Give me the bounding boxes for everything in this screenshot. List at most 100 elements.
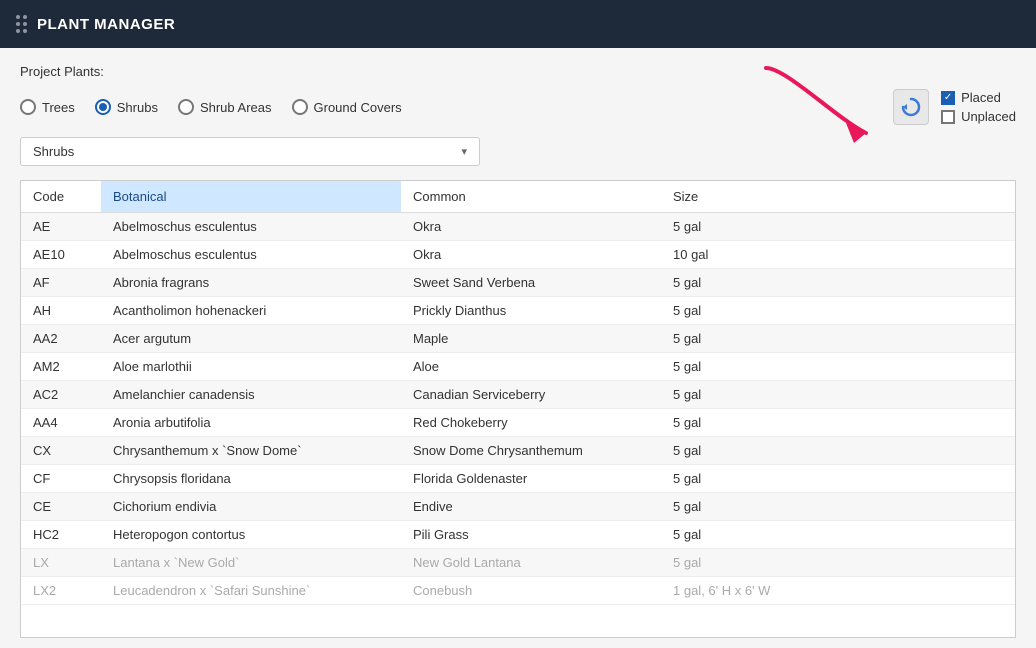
table-header: Code Botanical Common Size [21, 181, 1015, 213]
checkbox-placed[interactable]: Placed [941, 90, 1016, 105]
table-row[interactable]: AHAcantholimon hohenackeriPrickly Dianth… [21, 297, 1015, 325]
cell-code: AC2 [21, 381, 101, 409]
checkbox-box-placed [941, 91, 955, 105]
table-row[interactable]: AC2Amelanchier canadensisCanadian Servic… [21, 381, 1015, 409]
table-row[interactable]: AM2Aloe marlothiiAloe5 gal [21, 353, 1015, 381]
table-row[interactable]: CECichorium endiviaEndive5 gal [21, 493, 1015, 521]
cell-code: AE10 [21, 241, 101, 269]
checkbox-box-unplaced [941, 110, 955, 124]
radio-ground-covers[interactable]: Ground Covers [292, 99, 402, 115]
cell-size: 1 gal, 6' H x 6' W [661, 577, 1015, 605]
cell-size: 10 gal [661, 241, 1015, 269]
cell-botanical: Abelmoschus esculentus [101, 241, 401, 269]
cell-size: 5 gal [661, 465, 1015, 493]
table-row[interactable]: AA2Acer argutumMaple5 gal [21, 325, 1015, 353]
cell-common: Prickly Dianthus [401, 297, 661, 325]
radio-label-shrubs: Shrubs [117, 100, 158, 115]
plant-table-container: Code Botanical Common Size AEA [20, 180, 1016, 638]
app-title: PLANT MANAGER [37, 16, 175, 33]
radio-circle-trees [20, 99, 36, 115]
table-row[interactable]: LX2Leucadendron x `Safari Sunshine`Coneb… [21, 577, 1015, 605]
right-controls: Placed Unplaced [893, 89, 1016, 125]
cell-size: 5 gal [661, 381, 1015, 409]
radio-label-ground-covers: Ground Covers [314, 100, 402, 115]
cell-common: Okra [401, 213, 661, 241]
radio-shrubs[interactable]: Shrubs [95, 99, 158, 115]
cell-code: AH [21, 297, 101, 325]
title-bar: PLANT MANAGER [0, 0, 1036, 48]
cell-botanical: Lantana x `New Gold` [101, 549, 401, 577]
cell-botanical: Acer argutum [101, 325, 401, 353]
col-header-size: Size [661, 181, 1015, 213]
plant-table: Code Botanical Common Size AEA [21, 181, 1015, 605]
cell-botanical: Chrysopsis floridana [101, 465, 401, 493]
dropdown-row: Shrubs ▾ [20, 137, 1016, 166]
cell-common: Snow Dome Chrysanthemum [401, 437, 661, 465]
cell-botanical: Abelmoschus esculentus [101, 213, 401, 241]
cell-size: 5 gal [661, 493, 1015, 521]
cell-code: AE [21, 213, 101, 241]
table-body: AEAbelmoschus esculentusOkra5 galAE10Abe… [21, 213, 1015, 605]
col-header-code: Code [21, 181, 101, 213]
cell-common: Conebush [401, 577, 661, 605]
shrubs-dropdown[interactable]: Shrubs ▾ [20, 137, 480, 166]
main-content: Project Plants: Trees Shrubs Shrub Areas [0, 48, 1036, 648]
radio-label-shrub-areas: Shrub Areas [200, 100, 272, 115]
cell-botanical: Aronia arbutifolia [101, 409, 401, 437]
cell-common: New Gold Lantana [401, 549, 661, 577]
table-row[interactable]: HC2Heteropogon contortusPili Grass5 gal [21, 521, 1015, 549]
project-plants-label: Project Plants: [20, 64, 1016, 79]
radio-circle-shrub-areas [178, 99, 194, 115]
cell-common: Aloe [401, 353, 661, 381]
table-row[interactable]: AFAbronia fragransSweet Sand Verbena5 ga… [21, 269, 1015, 297]
cell-botanical: Leucadendron x `Safari Sunshine` [101, 577, 401, 605]
cell-code: AA4 [21, 409, 101, 437]
cell-botanical: Aloe marlothii [101, 353, 401, 381]
cell-size: 5 gal [661, 269, 1015, 297]
table-row[interactable]: AEAbelmoschus esculentusOkra5 gal [21, 213, 1015, 241]
cell-botanical: Amelanchier canadensis [101, 381, 401, 409]
cell-common: Endive [401, 493, 661, 521]
table-row[interactable]: CFChrysopsis floridanaFlorida Goldenaste… [21, 465, 1015, 493]
cell-size: 5 gal [661, 325, 1015, 353]
cell-common: Pili Grass [401, 521, 661, 549]
cell-code: HC2 [21, 521, 101, 549]
radio-trees[interactable]: Trees [20, 99, 75, 115]
cell-code: CE [21, 493, 101, 521]
table-row[interactable]: LXLantana x `New Gold`New Gold Lantana5 … [21, 549, 1015, 577]
checkbox-label-placed: Placed [961, 90, 1001, 105]
chevron-down-icon: ▾ [461, 145, 467, 158]
cell-common: Canadian Serviceberry [401, 381, 661, 409]
cell-size: 5 gal [661, 297, 1015, 325]
radio-group: Trees Shrubs Shrub Areas Ground Covers [20, 99, 402, 115]
cell-botanical: Chrysanthemum x `Snow Dome` [101, 437, 401, 465]
cell-code: CX [21, 437, 101, 465]
cell-botanical: Abronia fragrans [101, 269, 401, 297]
cell-common: Red Chokeberry [401, 409, 661, 437]
cell-common: Florida Goldenaster [401, 465, 661, 493]
checkbox-group: Placed Unplaced [941, 90, 1016, 124]
radio-circle-ground-covers [292, 99, 308, 115]
filter-row: Trees Shrubs Shrub Areas Ground Covers [20, 89, 1016, 125]
col-header-botanical: Botanical [101, 181, 401, 213]
table-row[interactable]: AA4Aronia arbutifoliaRed Chokeberry5 gal [21, 409, 1015, 437]
radio-label-trees: Trees [42, 100, 75, 115]
cell-code: AF [21, 269, 101, 297]
cell-code: CF [21, 465, 101, 493]
cell-code: AA2 [21, 325, 101, 353]
cell-size: 5 gal [661, 353, 1015, 381]
radio-shrub-areas[interactable]: Shrub Areas [178, 99, 272, 115]
cell-botanical: Acantholimon hohenackeri [101, 297, 401, 325]
cell-common: Maple [401, 325, 661, 353]
cell-size: 5 gal [661, 409, 1015, 437]
refresh-button[interactable] [893, 89, 929, 125]
cell-size: 5 gal [661, 549, 1015, 577]
cell-size: 5 gal [661, 437, 1015, 465]
checkbox-unplaced[interactable]: Unplaced [941, 109, 1016, 124]
cell-code: AM2 [21, 353, 101, 381]
table-row[interactable]: CXChrysanthemum x `Snow Dome`Snow Dome C… [21, 437, 1015, 465]
radio-circle-shrubs [95, 99, 111, 115]
table-row[interactable]: AE10Abelmoschus esculentusOkra10 gal [21, 241, 1015, 269]
col-header-common: Common [401, 181, 661, 213]
drag-handle[interactable] [16, 15, 27, 33]
